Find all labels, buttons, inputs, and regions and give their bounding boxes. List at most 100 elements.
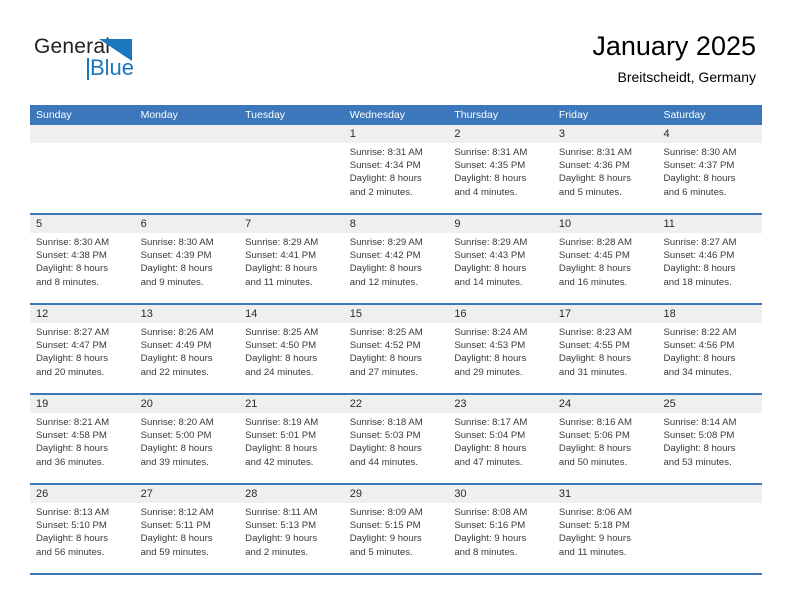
day-cell-22[interactable]: Sunrise: 8:18 AM Sunset: 5:03 PM Daylight:… xyxy=(344,413,449,483)
day-cell-18[interactable]: Sunrise: 8:22 AM Sunset: 4:56 PM Daylight:… xyxy=(657,323,762,393)
sunset-text: Sunset: 4:42 PM xyxy=(349,250,421,262)
day-of-week-tuesday: Tuesday xyxy=(245,109,286,121)
day-cell-21[interactable]: Sunrise: 8:19 AM Sunset: 5:01 PM Daylight:… xyxy=(239,413,344,483)
day-cell-6[interactable]: Sunrise: 8:30 AM Sunset: 4:39 PM Daylight:… xyxy=(135,233,240,303)
day-number-22[interactable]: 22 xyxy=(344,395,449,413)
day-of-week-thursday: Thursday xyxy=(454,109,499,121)
day-number-13[interactable]: 13 xyxy=(135,305,240,323)
calendar-week-row: 19 20 21 22 23 24 25 Sunrise: 8:21 AM Sunset: 4:… xyxy=(30,395,762,485)
daylight-text: Daylight: 8 hours xyxy=(349,443,422,455)
daylight-text: Daylight: 8 hours xyxy=(454,353,527,365)
day-number-9[interactable]: 9 xyxy=(448,215,553,233)
day-cell-25[interactable]: Sunrise: 8:14 AM Sunset: 5:08 PM Daylight:… xyxy=(657,413,762,483)
day-cell-19[interactable]: Sunrise: 8:21 AM Sunset: 4:58 PM Daylight:… xyxy=(30,413,135,483)
day-number-30[interactable]: 30 xyxy=(448,485,553,503)
daylight-text: Daylight: 8 hours xyxy=(36,443,108,455)
day-cell-7[interactable]: Sunrise: 8:29 AM Sunset: 4:41 PM Daylight:… xyxy=(239,233,344,303)
week-day-numbers: 5 6 7 8 9 10 11 xyxy=(30,215,762,233)
day-number-14[interactable]: 14 xyxy=(239,305,344,323)
daylight-text: Daylight: 8 hours xyxy=(140,443,213,455)
day-number-empty xyxy=(30,125,135,143)
day-number-23[interactable]: 23 xyxy=(448,395,553,413)
day-cell-10[interactable]: Sunrise: 8:28 AM Sunset: 4:45 PM Daylight:… xyxy=(553,233,658,303)
day-number-empty xyxy=(135,125,240,143)
sunset-text: Sunset: 4:53 PM xyxy=(454,340,526,352)
sunset-text: Sunset: 5:13 PM xyxy=(245,520,317,532)
day-cell-17[interactable]: Sunrise: 8:23 AM Sunset: 4:55 PM Daylight:… xyxy=(553,323,658,393)
day-number-15[interactable]: 15 xyxy=(344,305,449,323)
sunrise-text: Sunrise: 8:19 AM xyxy=(245,417,319,428)
day-number-19[interactable]: 19 xyxy=(30,395,135,413)
week-day-details: Sunrise: 8:31 AM Sunset: 4:34 PM Daylight:… xyxy=(30,143,762,213)
daylight-text-cont: and 12 minutes. xyxy=(349,276,419,288)
day-number-11[interactable]: 11 xyxy=(657,215,762,233)
day-number-3[interactable]: 3 xyxy=(553,125,658,143)
daylight-text-cont: and 4 minutes. xyxy=(454,186,518,198)
daylight-text: Daylight: 8 hours xyxy=(349,353,422,365)
day-cell-15[interactable]: Sunrise: 8:25 AM Sunset: 4:52 PM Daylight:… xyxy=(344,323,449,393)
day-number-6[interactable]: 6 xyxy=(135,215,240,233)
day-cell-31[interactable]: Sunrise: 8:06 AM Sunset: 5:18 PM Daylight:… xyxy=(553,503,658,573)
day-number-1[interactable]: 1 xyxy=(344,125,449,143)
day-cell-26[interactable]: Sunrise: 8:13 AM Sunset: 5:10 PM Daylight:… xyxy=(30,503,135,573)
day-cell-3[interactable]: Sunrise: 8:31 AM Sunset: 4:36 PM Daylight:… xyxy=(553,143,658,213)
daylight-text: Daylight: 8 hours xyxy=(558,173,631,185)
day-cell-30[interactable]: Sunrise: 8:08 AM Sunset: 5:16 PM Daylight:… xyxy=(448,503,553,573)
daylight-text-cont: and 27 minutes. xyxy=(349,366,419,378)
day-cell-14[interactable]: Sunrise: 8:25 AM Sunset: 4:50 PM Daylight:… xyxy=(239,323,344,393)
day-number-5[interactable]: 5 xyxy=(30,215,135,233)
week-day-details: Sunrise: 8:21 AM Sunset: 4:58 PM Daylight:… xyxy=(30,413,762,483)
day-cell-16[interactable]: Sunrise: 8:24 AM Sunset: 4:53 PM Daylight:… xyxy=(448,323,553,393)
day-number-27[interactable]: 27 xyxy=(135,485,240,503)
daylight-text: Daylight: 8 hours xyxy=(349,263,422,275)
sunrise-text: Sunrise: 8:25 AM xyxy=(245,327,319,338)
sunset-text: Sunset: 5:10 PM xyxy=(36,520,107,532)
daylight-text-cont: and 47 minutes. xyxy=(454,456,523,468)
daylight-text: Daylight: 8 hours xyxy=(663,443,736,455)
day-number-12[interactable]: 12 xyxy=(30,305,135,323)
day-number-25[interactable]: 25 xyxy=(657,395,762,413)
day-number-26[interactable]: 26 xyxy=(30,485,135,503)
day-cell-5[interactable]: Sunrise: 8:30 AM Sunset: 4:38 PM Daylight:… xyxy=(30,233,135,303)
daylight-text: Daylight: 9 hours xyxy=(454,533,527,545)
day-number-8[interactable]: 8 xyxy=(344,215,449,233)
day-number-20[interactable]: 20 xyxy=(135,395,240,413)
day-cell-24[interactable]: Sunrise: 8:16 AM Sunset: 5:06 PM Daylight:… xyxy=(553,413,658,483)
day-cell-2[interactable]: Sunrise: 8:31 AM Sunset: 4:35 PM Daylight:… xyxy=(448,143,553,213)
day-cell-8[interactable]: Sunrise: 8:29 AM Sunset: 4:42 PM Daylight:… xyxy=(344,233,449,303)
day-cell-13[interactable]: Sunrise: 8:26 AM Sunset: 4:49 PM Daylight:… xyxy=(135,323,240,393)
brand-divider xyxy=(87,58,89,80)
day-cell-1[interactable]: Sunrise: 8:31 AM Sunset: 4:34 PM Daylight:… xyxy=(344,143,449,213)
day-cell-9[interactable]: Sunrise: 8:29 AM Sunset: 4:43 PM Daylight:… xyxy=(448,233,553,303)
day-number-29[interactable]: 29 xyxy=(344,485,449,503)
day-cell-empty xyxy=(657,503,762,573)
sunrise-text: Sunrise: 8:16 AM xyxy=(558,417,632,428)
day-number-7[interactable]: 7 xyxy=(239,215,344,233)
day-cell-20[interactable]: Sunrise: 8:20 AM Sunset: 5:00 PM Daylight:… xyxy=(135,413,240,483)
sunrise-text: Sunrise: 8:25 AM xyxy=(349,327,423,338)
day-number-24[interactable]: 24 xyxy=(553,395,658,413)
day-number-31[interactable]: 31 xyxy=(553,485,658,503)
day-cell-23[interactable]: Sunrise: 8:17 AM Sunset: 5:04 PM Daylight:… xyxy=(448,413,553,483)
day-number-21[interactable]: 21 xyxy=(239,395,344,413)
day-cell-28[interactable]: Sunrise: 8:11 AM Sunset: 5:13 PM Daylight:… xyxy=(239,503,344,573)
brand-logo[interactable]: General Blue xyxy=(34,36,224,84)
day-cell-12[interactable]: Sunrise: 8:27 AM Sunset: 4:47 PM Daylight:… xyxy=(30,323,135,393)
day-number-10[interactable]: 10 xyxy=(553,215,658,233)
daylight-text-cont: and 14 minutes. xyxy=(454,276,523,288)
sunrise-text: Sunrise: 8:20 AM xyxy=(140,417,214,428)
daylight-text-cont: and 2 minutes. xyxy=(349,186,413,198)
day-cell-11[interactable]: Sunrise: 8:27 AM Sunset: 4:46 PM Daylight:… xyxy=(657,233,762,303)
sunset-text: Sunset: 5:04 PM xyxy=(454,430,526,442)
day-number-17[interactable]: 17 xyxy=(553,305,658,323)
day-number-18[interactable]: 18 xyxy=(657,305,762,323)
day-number-16[interactable]: 16 xyxy=(448,305,553,323)
day-cell-29[interactable]: Sunrise: 8:09 AM Sunset: 5:15 PM Daylight:… xyxy=(344,503,449,573)
day-number-4[interactable]: 4 xyxy=(657,125,762,143)
day-number-28[interactable]: 28 xyxy=(239,485,344,503)
daylight-text-cont: and 16 minutes. xyxy=(558,276,628,288)
day-cell-4[interactable]: Sunrise: 8:30 AM Sunset: 4:37 PM Daylight:… xyxy=(657,143,762,213)
sunset-text: Sunset: 4:49 PM xyxy=(140,340,212,352)
day-number-2[interactable]: 2 xyxy=(448,125,553,143)
day-cell-27[interactable]: Sunrise: 8:12 AM Sunset: 5:11 PM Daylight:… xyxy=(135,503,240,573)
